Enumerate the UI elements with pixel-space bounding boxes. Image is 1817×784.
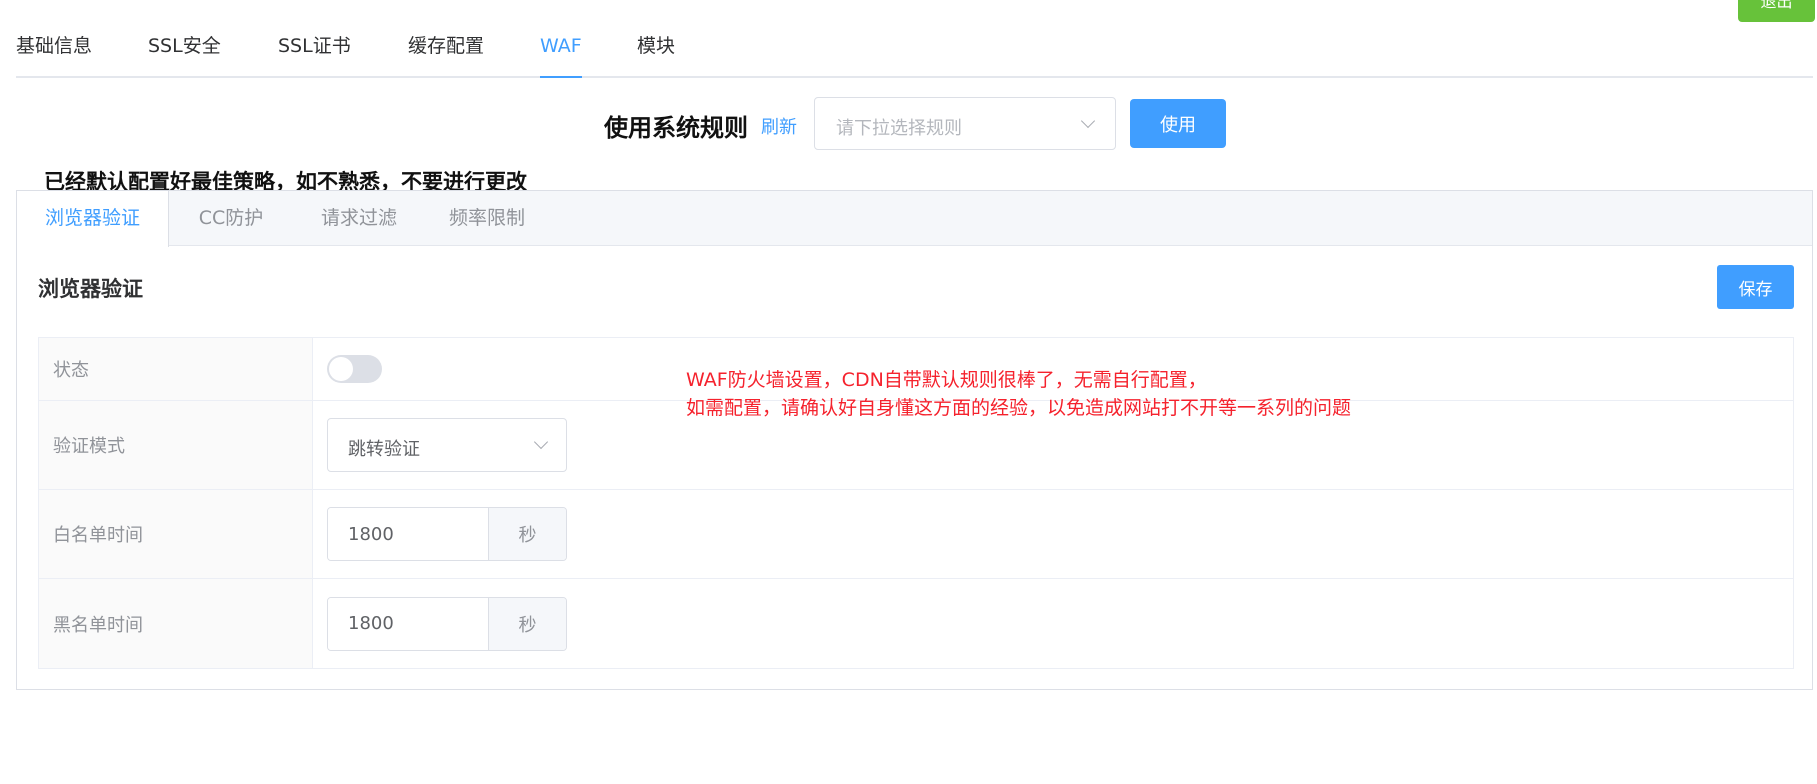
tab-rate-limit[interactable]: 频率限制 xyxy=(425,191,549,246)
top-tab-bar: 基础信息 SSL安全 SSL证书 缓存配置 WAF 模块 xyxy=(16,20,1813,78)
tab-modules[interactable]: 模块 xyxy=(637,36,675,76)
tab-basic-info[interactable]: 基础信息 xyxy=(16,36,92,76)
waf-card: 浏览器验证 CC防护 请求过滤 频率限制 浏览器验证 保存 状态 验证模式 跳转 xyxy=(16,190,1813,690)
exit-button[interactable]: 退出 xyxy=(1738,0,1815,22)
blacklist-unit: 秒 xyxy=(488,597,566,650)
blacklist-time-input[interactable]: 1800 xyxy=(328,597,488,650)
save-button[interactable]: 保存 xyxy=(1717,265,1794,309)
notice-line-2: 如需配置，请确认好自身懂这方面的经验，以免造成网站打不开等一系列的问题 xyxy=(686,397,1352,419)
verify-mode-selected: 跳转验证 xyxy=(348,439,420,460)
tab-cc-protection[interactable]: CC防护 xyxy=(169,191,293,246)
chevron-down-icon xyxy=(533,434,549,450)
section-title: 浏览器验证 xyxy=(38,277,143,301)
status-toggle[interactable] xyxy=(327,355,382,383)
refresh-link[interactable]: 刷新 xyxy=(761,113,797,139)
whitelist-value: 1800 秒 xyxy=(313,490,1793,578)
rule-select[interactable]: 请下拉选择规则 xyxy=(814,97,1116,150)
whitelist-time-input[interactable]: 1800 xyxy=(328,508,488,560)
tab-waf[interactable]: WAF xyxy=(540,36,582,78)
blacklist-row: 黑名单时间 1800 秒 xyxy=(39,579,1793,668)
chevron-down-icon xyxy=(1080,113,1096,129)
tab-ssl-certificate[interactable]: SSL证书 xyxy=(278,36,351,76)
use-rule-button[interactable]: 使用 xyxy=(1130,99,1226,148)
status-label: 状态 xyxy=(39,338,313,400)
tab-request-filter[interactable]: 请求过滤 xyxy=(293,191,425,246)
blacklist-value: 1800 秒 xyxy=(313,579,1793,668)
notice-line-1: WAF防火墙设置，CDN自带默认规则很棒了，无需自行配置， xyxy=(686,369,1207,391)
blacklist-label: 黑名单时间 xyxy=(39,579,313,668)
tab-browser-verify[interactable]: 浏览器验证 xyxy=(17,191,169,247)
waf-notice: WAF防火墙设置，CDN自带默认规则很棒了，无需自行配置， 如需配置，请确认好自… xyxy=(686,366,1351,422)
waf-tab-bar: 浏览器验证 CC防护 请求过滤 频率限制 xyxy=(17,191,1812,247)
whitelist-input-group: 1800 秒 xyxy=(327,507,567,561)
tab-cache-config[interactable]: 缓存配置 xyxy=(408,36,484,76)
whitelist-unit: 秒 xyxy=(488,508,566,560)
rule-select-placeholder: 请下拉选择规则 xyxy=(836,118,962,139)
whitelist-label: 白名单时间 xyxy=(39,490,313,578)
whitelist-row: 白名单时间 1800 秒 xyxy=(39,490,1793,579)
toggle-knob xyxy=(329,357,353,381)
blacklist-input-group: 1800 秒 xyxy=(327,596,567,651)
verify-mode-select[interactable]: 跳转验证 xyxy=(327,418,567,472)
tab-ssl-security[interactable]: SSL安全 xyxy=(148,36,221,76)
system-rules-title: 使用系统规则 xyxy=(604,114,748,142)
page: 退出 基础信息 SSL安全 SSL证书 缓存配置 WAF 模块 使用系统规则 刷… xyxy=(0,0,1817,784)
verify-mode-label: 验证模式 xyxy=(39,401,313,489)
